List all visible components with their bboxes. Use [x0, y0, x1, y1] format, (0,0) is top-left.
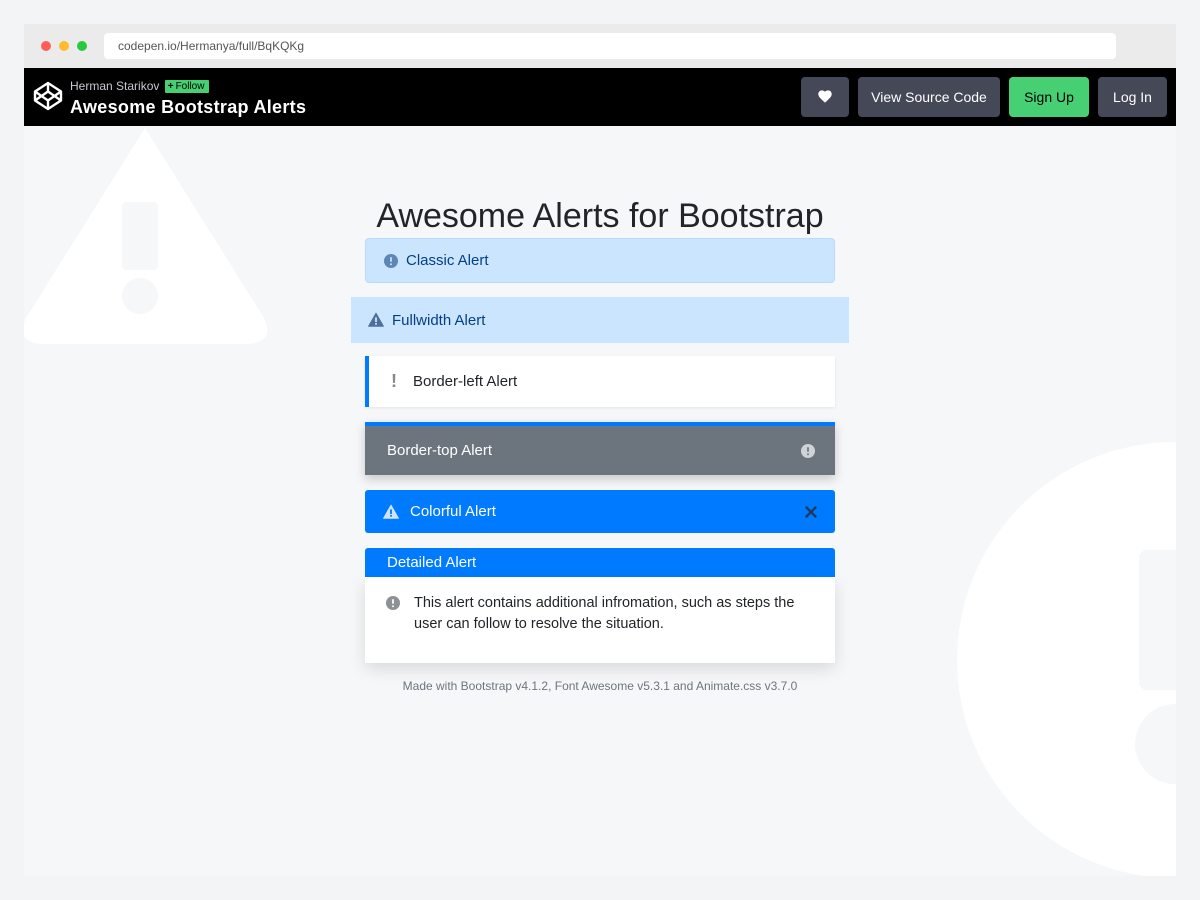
- plus-icon: +: [167, 81, 174, 92]
- detailed-alert-text: This alert contains additional infromati…: [414, 595, 795, 632]
- fullwidth-alert-text: Fullwidth Alert: [392, 311, 486, 329]
- info-circle-icon: [384, 253, 398, 268]
- detailed-alert-body: This alert contains additional infromati…: [365, 577, 835, 663]
- page-title: Awesome Alerts for Bootstrap: [376, 196, 824, 235]
- heart-icon: [818, 90, 832, 103]
- view-source-button[interactable]: View Source Code: [858, 77, 1000, 117]
- follow-label: Follow: [175, 81, 205, 92]
- background-info-bar: [1139, 550, 1176, 690]
- colorful-alert: Colorful Alert: [365, 490, 835, 533]
- background-warning-icon: [24, 128, 268, 344]
- codepen-logo-icon[interactable]: [32, 80, 64, 112]
- window-zoom-button[interactable]: [77, 41, 87, 51]
- detailed-alert-header: Detailed Alert: [365, 548, 835, 577]
- pen-title: Awesome Bootstrap Alerts: [70, 97, 307, 117]
- footer-credits: Made with Bootstrap v4.1.2, Font Awesome…: [402, 679, 798, 693]
- info-circle-icon: [801, 443, 815, 458]
- address-bar[interactable]: codepen.io/Hermanya/full/BqKQKg: [104, 33, 1116, 59]
- exclamation-icon: !: [391, 371, 397, 391]
- love-button[interactable]: [801, 77, 849, 117]
- sign-up-button[interactable]: Sign Up: [1009, 77, 1089, 117]
- colorful-alert-content: Colorful Alert: [383, 503, 496, 520]
- log-in-button[interactable]: Log In: [1098, 77, 1167, 117]
- border-left-alert-text: Border-left Alert: [413, 373, 518, 390]
- close-icon[interactable]: [805, 505, 817, 518]
- window-close-button[interactable]: [41, 41, 51, 51]
- fullwidth-alert: Fullwidth Alert: [351, 297, 849, 343]
- border-top-alert: Border-top Alert: [365, 422, 835, 475]
- classic-alert: Classic Alert: [365, 238, 835, 283]
- window-minimize-button[interactable]: [59, 41, 69, 51]
- border-left-alert: ! Border-left Alert: [365, 356, 835, 407]
- follow-button[interactable]: + Follow: [164, 80, 210, 93]
- browser-window: codepen.io/Hermanya/full/BqKQKg Herman S…: [24, 24, 1176, 876]
- detailed-alert-title: Detailed Alert: [387, 554, 477, 571]
- author-name[interactable]: Herman Starikov: [70, 79, 159, 93]
- colorful-alert-text: Colorful Alert: [410, 503, 496, 520]
- pen-author: Herman Starikov + Follow: [70, 79, 210, 93]
- warning-triangle-icon: [368, 312, 384, 327]
- info-circle-icon: [386, 596, 400, 610]
- browser-toolbar: codepen.io/Hermanya/full/BqKQKg: [24, 24, 1176, 68]
- classic-alert-text: Classic Alert: [406, 252, 489, 269]
- codepen-header: Herman Starikov + Follow Awesome Bootstra…: [24, 68, 1176, 126]
- border-top-alert-text: Border-top Alert: [387, 442, 493, 459]
- background-info-dot: [1135, 704, 1176, 784]
- background-info-icon: [957, 442, 1176, 876]
- warning-triangle-icon: [383, 504, 399, 519]
